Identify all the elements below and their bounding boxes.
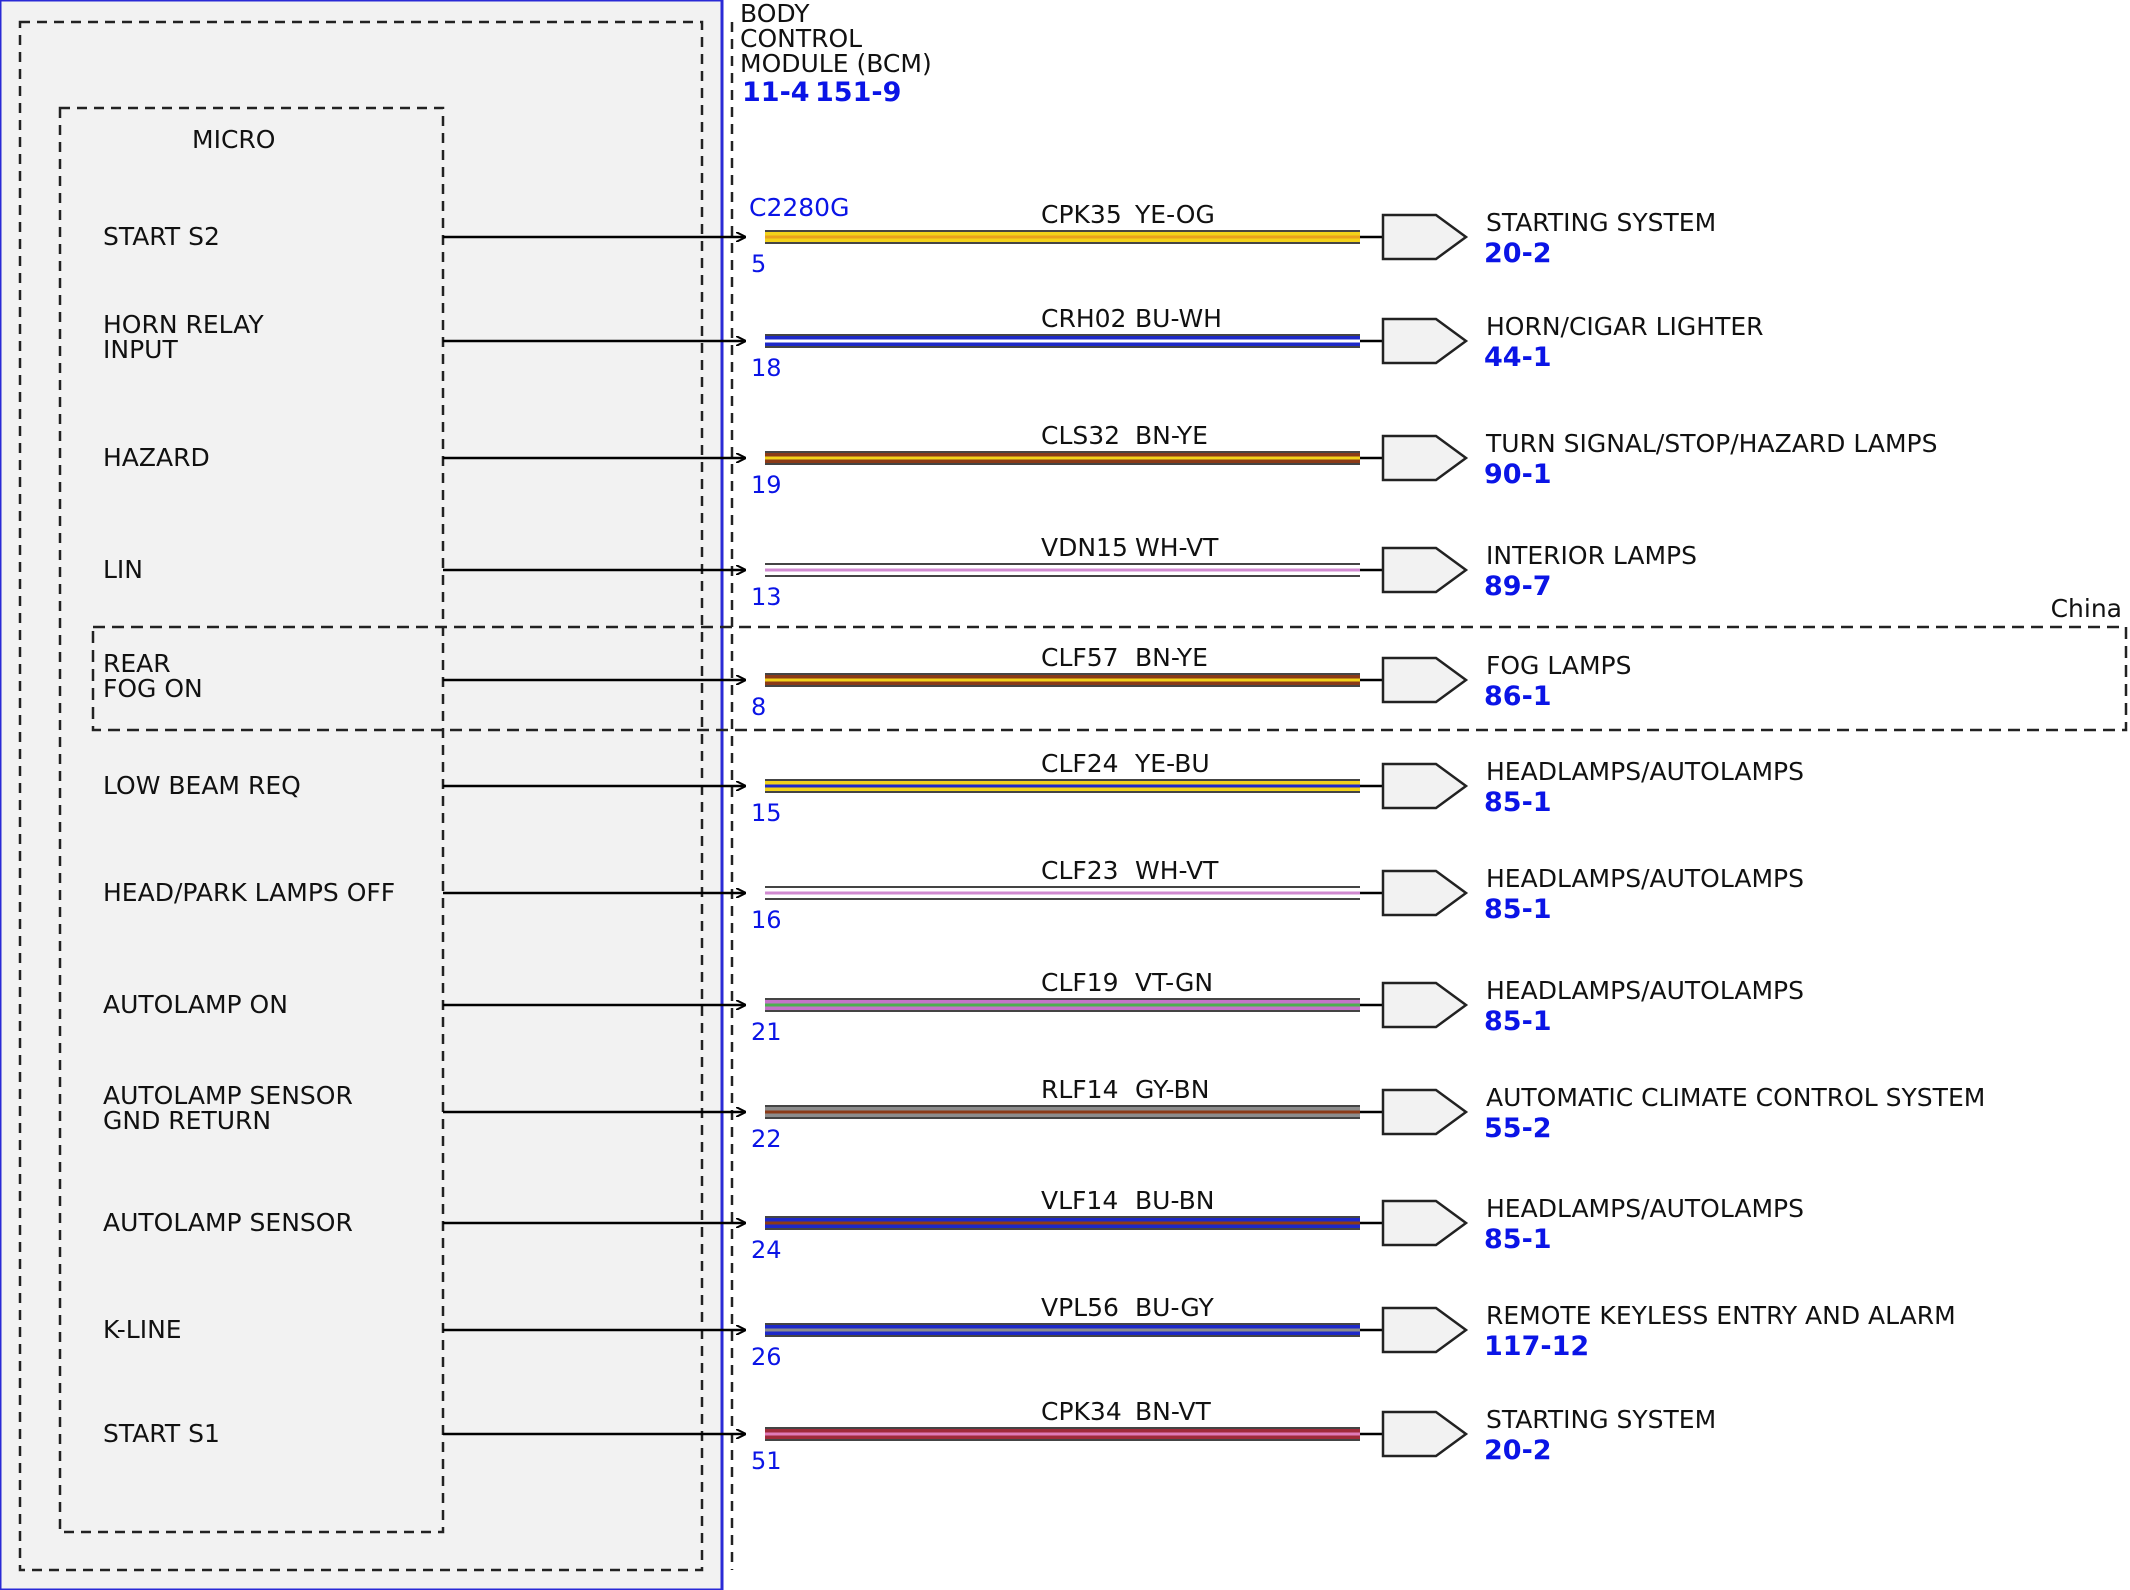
destination-arrow[interactable] bbox=[1381, 981, 1469, 1029]
destination-label: FOG LAMPS bbox=[1486, 651, 1632, 680]
wire-color-code: WH-VT bbox=[1135, 533, 1219, 562]
destination-label: STARTING SYSTEM bbox=[1486, 1405, 1716, 1434]
wire-color-code: YE-OG bbox=[1134, 200, 1215, 229]
pin-number: 13 bbox=[751, 583, 782, 611]
input-label: HEAD/PARK LAMPS OFF bbox=[103, 878, 395, 907]
pin-number: 26 bbox=[751, 1343, 782, 1371]
wire-color-code: BU-GY bbox=[1135, 1293, 1215, 1322]
destination-label: INTERIOR LAMPS bbox=[1486, 541, 1697, 570]
circuit-id: CPK35 bbox=[1041, 200, 1122, 229]
module-ref-1[interactable]: 11-4 bbox=[742, 77, 810, 108]
wire-color-code: BN-YE bbox=[1135, 643, 1208, 672]
circuit-id: CRH02 bbox=[1041, 304, 1126, 333]
destination-arrow[interactable] bbox=[1381, 869, 1469, 917]
input-label: K-LINE bbox=[103, 1315, 182, 1344]
module-title-line-3: MODULE (BCM) bbox=[740, 49, 932, 78]
pin-number: 51 bbox=[751, 1447, 782, 1475]
destination-arrow[interactable] bbox=[1381, 762, 1469, 810]
pin-number: 24 bbox=[751, 1236, 782, 1264]
wire-color-code: VT-GN bbox=[1135, 968, 1213, 997]
input-label: START S1 bbox=[103, 1419, 220, 1448]
input-label: START S2 bbox=[103, 222, 220, 251]
wire-color-code: BN-VT bbox=[1135, 1397, 1212, 1426]
input-label: LOW BEAM REQ bbox=[103, 771, 301, 800]
destination-ref-link[interactable]: 20-2 bbox=[1484, 238, 1552, 269]
circuit-id: CLF24 bbox=[1041, 749, 1119, 778]
destination-ref-link[interactable]: 85-1 bbox=[1484, 787, 1552, 818]
destination-arrow[interactable] bbox=[1381, 546, 1469, 594]
circuit-id: CPK34 bbox=[1041, 1397, 1122, 1426]
circuit-id: CLF57 bbox=[1041, 643, 1119, 672]
pin-number: 22 bbox=[751, 1125, 782, 1153]
destination-arrow[interactable] bbox=[1381, 1088, 1469, 1136]
connector-label[interactable]: C2280G bbox=[749, 193, 849, 222]
input-label: FOG ON bbox=[103, 674, 203, 703]
destination-label: AUTOMATIC CLIMATE CONTROL SYSTEM bbox=[1486, 1083, 1985, 1112]
destination-label: HEADLAMPS/AUTOLAMPS bbox=[1486, 976, 1804, 1005]
destination-label: HEADLAMPS/AUTOLAMPS bbox=[1486, 864, 1804, 893]
destination-label: HORN/CIGAR LIGHTER bbox=[1486, 312, 1764, 341]
input-label: GND RETURN bbox=[103, 1106, 271, 1135]
destination-label: REMOTE KEYLESS ENTRY AND ALARM bbox=[1486, 1301, 1956, 1330]
circuit-id: CLF23 bbox=[1041, 856, 1119, 885]
destination-arrow[interactable] bbox=[1381, 1199, 1469, 1247]
destination-ref-link[interactable]: 89-7 bbox=[1484, 571, 1552, 602]
destination-arrow[interactable] bbox=[1381, 213, 1469, 261]
destination-ref-link[interactable]: 55-2 bbox=[1484, 1113, 1552, 1144]
china-region-label: China bbox=[2051, 594, 2122, 623]
destination-arrow[interactable] bbox=[1381, 1410, 1469, 1458]
destination-ref-link[interactable]: 20-2 bbox=[1484, 1435, 1552, 1466]
destination-label: HEADLAMPS/AUTOLAMPS bbox=[1486, 757, 1804, 786]
destination-ref-link[interactable]: 117-12 bbox=[1484, 1331, 1589, 1362]
pin-number: 16 bbox=[751, 906, 782, 934]
destination-ref-link[interactable]: 90-1 bbox=[1484, 459, 1552, 490]
input-label: AUTOLAMP SENSOR bbox=[103, 1208, 353, 1237]
wire-color-code: GY-BN bbox=[1135, 1075, 1209, 1104]
pin-number: 5 bbox=[751, 250, 766, 278]
destination-ref-link[interactable]: 86-1 bbox=[1484, 681, 1552, 712]
circuit-id: CLS32 bbox=[1041, 421, 1120, 450]
destination-ref-link[interactable]: 85-1 bbox=[1484, 1224, 1552, 1255]
micro-label: MICRO bbox=[192, 125, 275, 154]
wire-color-code: BN-YE bbox=[1135, 421, 1208, 450]
circuit-id: RLF14 bbox=[1041, 1075, 1119, 1104]
pin-number: 18 bbox=[751, 354, 782, 382]
pin-number: 21 bbox=[751, 1018, 782, 1046]
destination-label: TURN SIGNAL/STOP/HAZARD LAMPS bbox=[1485, 429, 1938, 458]
pin-number: 8 bbox=[751, 693, 766, 721]
destination-arrow[interactable] bbox=[1381, 656, 1469, 704]
destination-label: HEADLAMPS/AUTOLAMPS bbox=[1486, 1194, 1804, 1223]
input-label: HAZARD bbox=[103, 443, 210, 472]
pin-number: 19 bbox=[751, 471, 782, 499]
input-label: INPUT bbox=[103, 335, 178, 364]
circuit-id: VLF14 bbox=[1041, 1186, 1118, 1215]
input-label: LIN bbox=[103, 555, 143, 584]
wire-color-code: BU-BN bbox=[1135, 1186, 1214, 1215]
wiring-diagram: China BODY CONTROL MODULE (BCM) 11-4 151… bbox=[0, 0, 2128, 1590]
module-ref-2[interactable]: 151-9 bbox=[815, 77, 901, 108]
destination-arrow[interactable] bbox=[1381, 317, 1469, 365]
destination-label: STARTING SYSTEM bbox=[1486, 208, 1716, 237]
input-label: AUTOLAMP ON bbox=[103, 990, 288, 1019]
destination-ref-link[interactable]: 44-1 bbox=[1484, 342, 1552, 373]
wire-color-code: YE-BU bbox=[1134, 749, 1210, 778]
destination-arrow[interactable] bbox=[1381, 434, 1469, 482]
circuit-id: VDN15 bbox=[1041, 533, 1128, 562]
circuit-id: CLF19 bbox=[1041, 968, 1119, 997]
circuit-id: VPL56 bbox=[1041, 1293, 1119, 1322]
wire-color-code: BU-WH bbox=[1135, 304, 1222, 333]
wire-color-code: WH-VT bbox=[1135, 856, 1219, 885]
pin-number: 15 bbox=[751, 799, 782, 827]
destination-arrow[interactable] bbox=[1381, 1306, 1469, 1354]
destination-ref-link[interactable]: 85-1 bbox=[1484, 1006, 1552, 1037]
destination-ref-link[interactable]: 85-1 bbox=[1484, 894, 1552, 925]
